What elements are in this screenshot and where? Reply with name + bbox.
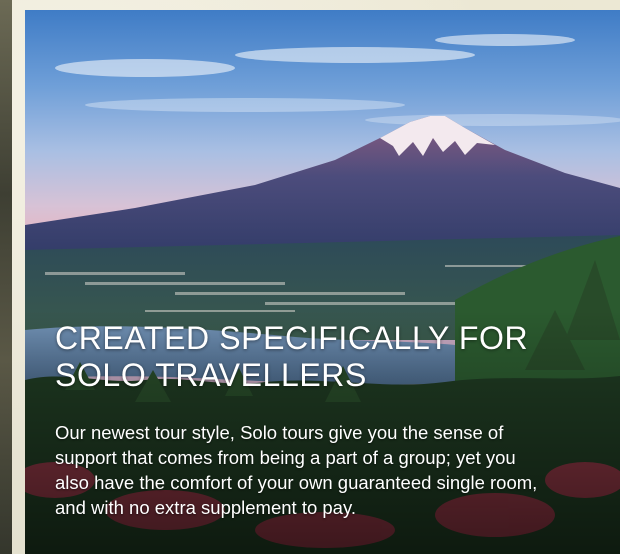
description: Our newest tour style, Solo tours give y… <box>55 420 615 520</box>
clouds <box>55 34 620 126</box>
left-edge-strip <box>0 0 12 554</box>
headline-line-1: CREATED SPECIFICALLY FOR <box>55 320 529 356</box>
headline-line-2: SOLO TRAVELLERS <box>55 357 367 393</box>
description-line-1: Our newest tour style, Solo tours give y… <box>55 422 504 443</box>
promo-card: CREATED SPECIFICALLY FOR SOLO TRAVELLERS… <box>25 10 620 554</box>
description-line-2: support that comes from being a part of … <box>55 447 516 468</box>
description-line-4: and with no extra supplement to pay. <box>55 497 356 518</box>
headline: CREATED SPECIFICALLY FOR SOLO TRAVELLERS <box>55 320 600 394</box>
description-line-3: also have the comfort of your own guaran… <box>55 472 538 493</box>
